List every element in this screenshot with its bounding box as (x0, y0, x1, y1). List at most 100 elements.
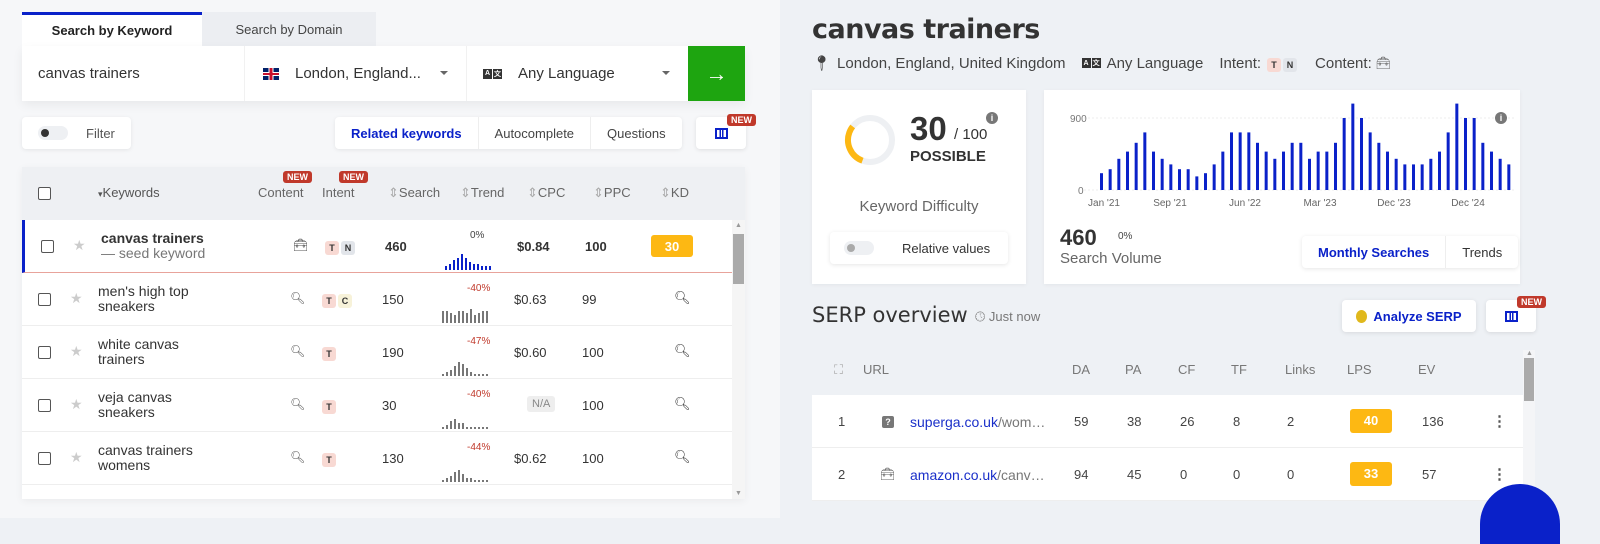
trend-percent: -40% (467, 283, 491, 294)
keyword-text[interactable]: veja canvas sneakers (98, 390, 172, 420)
tab-questions[interactable]: Questions (590, 117, 682, 149)
briefcase-icon[interactable]: 🧰︎ (293, 238, 308, 252)
col-content[interactable]: Content (258, 185, 304, 200)
search-kd-icon[interactable]: 🔍︎ (674, 290, 691, 306)
sparkline-bar (445, 266, 447, 270)
scroll-up-icon[interactable]: ▲ (1526, 350, 1533, 357)
keyword-overview-panel: canvas trainers 📍︎ London, England, Unite… (780, 0, 1600, 544)
table-row[interactable]: ★ veja canvas sneakers 🔍︎ T 30 -40% N/A 100 🔍︎ (22, 379, 732, 432)
search-icon[interactable]: 🔍︎ (290, 397, 305, 411)
keyword-input[interactable]: canvas trainers (22, 46, 244, 101)
sparkline-bar (462, 474, 464, 482)
difficulty-max: / 100 (954, 126, 988, 143)
tab-trends[interactable]: Trends (1445, 236, 1518, 268)
scroll-up-icon[interactable]: ▲ (735, 222, 742, 229)
star-icon[interactable]: ★ (70, 396, 83, 413)
chart-bar (1117, 158, 1121, 190)
search-go-button[interactable]: → (688, 46, 745, 101)
cpc-value: $0.63 (514, 292, 547, 307)
tab-monthly-searches[interactable]: Monthly Searches (1302, 236, 1445, 268)
keyword-text[interactable]: canvas trainers womens (98, 443, 193, 473)
scroll-down-icon[interactable]: ▼ (735, 490, 742, 497)
row-checkbox[interactable] (38, 346, 51, 359)
star-icon[interactable]: ★ (70, 290, 83, 307)
info-icon[interactable]: i (1495, 112, 1507, 124)
scrollbar-thumb[interactable] (733, 234, 744, 284)
url-link[interactable]: amazon.co.uk/canv… (910, 467, 1045, 483)
url-link[interactable]: superga.co.uk/wom… (910, 414, 1045, 430)
intent-badge-n: N (1283, 57, 1298, 72)
col-kd[interactable]: ⇕KD (660, 185, 689, 201)
search-icon[interactable]: 🔍︎ (290, 344, 305, 358)
analyze-serp-button[interactable]: Analyze SERP (1342, 300, 1476, 332)
col-cpc[interactable]: ⇕CPC (527, 185, 565, 201)
intent-label: Intent: (1219, 54, 1262, 72)
more-options-icon[interactable]: ⋮ (1492, 412, 1507, 430)
filter-toggle[interactable]: Filter (22, 117, 131, 149)
chart-bar (1160, 158, 1164, 190)
sparkline-bar (470, 427, 472, 429)
chart-bar (1368, 132, 1372, 190)
table-row[interactable]: ★ canvas trainers — seed keyword 🧰︎ T N 460 0% $… (22, 220, 732, 273)
star-icon[interactable]: ★ (70, 343, 83, 360)
row-checkbox[interactable] (38, 293, 51, 306)
expand-icon[interactable]: ⛶ (834, 362, 843, 378)
info-icon[interactable]: i (986, 112, 998, 124)
language-select[interactable]: A文 Any Language (466, 46, 688, 101)
ev-value: 57 (1422, 467, 1437, 482)
table-row[interactable]: ★ white canvas trainers 🔍︎ T 190 -47% $0.60 100 🔍… (22, 326, 732, 379)
search-kd-icon[interactable]: 🔍︎ (674, 343, 691, 359)
url-path: /wom… (997, 414, 1046, 430)
search-kd-icon[interactable]: 🔍︎ (674, 396, 691, 412)
row-checkbox[interactable] (41, 240, 54, 253)
keyword-text[interactable]: men's high top sneakers (98, 284, 189, 314)
toggle-switch[interactable] (844, 241, 874, 255)
table-scrollbar[interactable]: ▲ ▼ (732, 220, 745, 499)
volume-caption: Search Volume (1060, 250, 1162, 267)
scrollbar-thumb[interactable] (1524, 358, 1534, 401)
keyword-sub: womens (98, 457, 151, 473)
sparkline-bar (482, 480, 484, 482)
sparkline-bar (461, 254, 463, 270)
row-checkbox[interactable] (38, 399, 51, 412)
row-checkbox[interactable] (38, 452, 51, 465)
serp-row[interactable]: 2 🧰︎ amazon.co.uk/canv… 94 45 0 0 0 33 57 ⋮ (812, 448, 1524, 501)
location-select[interactable]: London, England... (244, 46, 466, 101)
table-row[interactable]: ★ men's high top sneakers 🔍︎ T C 150 -40% $0.63 9… (22, 273, 732, 326)
star-icon[interactable]: ★ (70, 449, 83, 466)
y-tick-label: 0 (1078, 186, 1084, 197)
chevron-down-icon (440, 71, 448, 75)
sparkline-bar (442, 374, 444, 376)
sparkline-bar (474, 480, 476, 482)
keyword-difficulty-card: 30 / 100 POSSIBLE i Keyword Difficulty R… (812, 90, 1026, 284)
tab-related-keywords[interactable]: Related keywords (335, 117, 478, 149)
search-kd-icon[interactable]: 🔍︎ (674, 449, 691, 465)
relative-values-toggle[interactable]: Relative values (830, 232, 1008, 264)
select-all-checkbox[interactable] (38, 187, 51, 200)
search-icon[interactable]: 🔍︎ (290, 450, 305, 464)
col-intent[interactable]: Intent (322, 185, 355, 200)
col-search[interactable]: ⇕Search (388, 185, 440, 201)
tab-search-by-keyword[interactable]: Search by Keyword (22, 12, 202, 46)
tab-search-by-domain[interactable]: Search by Domain (202, 12, 376, 46)
col-keywords[interactable]: ▾Keywords (98, 185, 160, 200)
col-cf: CF (1178, 362, 1196, 377)
star-icon[interactable]: ★ (73, 237, 86, 254)
chart-bar (1108, 169, 1112, 190)
more-options-icon[interactable]: ⋮ (1492, 465, 1507, 483)
col-ppc[interactable]: ⇕PPC (593, 185, 631, 201)
tab-autocomplete[interactable]: Autocomplete (477, 117, 591, 149)
chart-bar (1134, 142, 1138, 190)
keyword-text[interactable]: white canvas trainers (98, 337, 179, 367)
keyword-main: veja canvas (98, 389, 172, 405)
chart-bar (1290, 142, 1294, 190)
search-icon[interactable]: 🔍︎ (290, 291, 305, 305)
table-row[interactable]: ★ canvas trainers womens 🔍︎ T 130 -44% $0.62 100… (22, 432, 732, 485)
col-trend[interactable]: ⇕Trend (460, 185, 504, 201)
keyword-text[interactable]: canvas trainers — seed keyword (101, 231, 205, 261)
serp-row[interactable]: 1? superga.co.uk/wom… 59 38 26 8 2 40 136 ⋮ (812, 395, 1524, 448)
toggle-switch[interactable] (38, 126, 68, 140)
sparkline-bar (446, 372, 448, 376)
sparkline-bar (486, 480, 488, 482)
sparkline-bar (442, 427, 444, 429)
